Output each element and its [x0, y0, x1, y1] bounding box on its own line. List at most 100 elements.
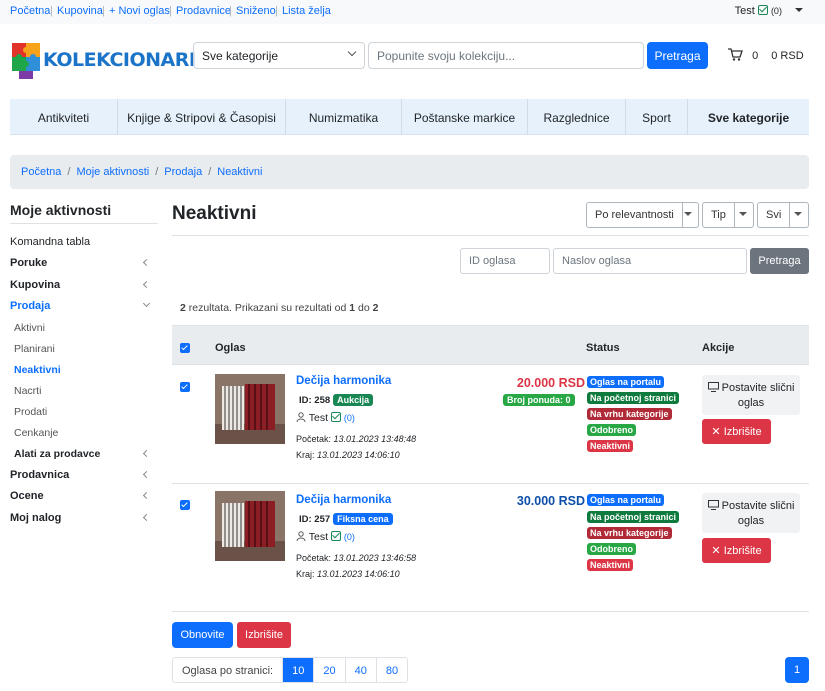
category-stamps[interactable]: Poštanske markice	[402, 99, 528, 135]
start-value: 13.01.2023 13:48:48	[333, 434, 417, 444]
per-page-10[interactable]: 10	[282, 658, 314, 682]
category-select[interactable]: Sve kategorije	[193, 42, 365, 69]
sidebar-subitem-active[interactable]: Aktivni	[14, 322, 159, 334]
sidebar-item-label: Poruke	[10, 257, 48, 269]
pagination-page-1[interactable]: 1	[785, 657, 809, 683]
per-page-20[interactable]: 20	[313, 658, 344, 682]
topbar-link-shopping[interactable]: Kupovina	[57, 5, 103, 17]
row-checkbox[interactable]	[180, 382, 190, 392]
verified-icon	[757, 5, 768, 15]
search-input[interactable]: Popunite svoju kolekciju...	[368, 42, 644, 69]
sidebar-item-ratings[interactable]: Ocene	[10, 490, 155, 502]
end-label: Kraj:	[296, 569, 315, 579]
separator: |	[102, 5, 105, 17]
category-all[interactable]: Sve kategorije	[688, 99, 809, 135]
post-similar-label: Postavite sličnі oglas	[721, 382, 795, 409]
breadcrumb-current: Neaktivni	[217, 166, 263, 178]
filter-search-button[interactable]: Pretraga	[750, 248, 809, 274]
topbar-link-wishlist[interactable]: Lista želja	[282, 5, 331, 17]
monitor-icon	[707, 382, 719, 392]
delete-label: Izbrišite	[723, 426, 762, 438]
separator: |	[229, 5, 232, 17]
end-date: Kraj: 13.01.2023 14:06:10	[296, 450, 400, 460]
column-actions: Akcije	[702, 342, 735, 354]
delete-button[interactable]: ✕ Izbrišite	[702, 538, 771, 563]
sidebar-item-store[interactable]: Prodavnica	[10, 469, 155, 481]
delete-label: Izbrišite	[723, 545, 762, 557]
verified-icon	[330, 531, 341, 541]
delete-button[interactable]: ✕ Izbrišite	[702, 419, 771, 444]
user-menu[interactable]: Test (0)	[735, 5, 803, 17]
sidebar-subitem-bargaining[interactable]: Cenkanje	[14, 427, 159, 439]
ad-title-link[interactable]: Dečija harmonika	[296, 375, 391, 387]
status-badge: Oglas na portalu	[587, 376, 665, 388]
category-books[interactable]: Knjige & Stripovi & Časopisi	[118, 99, 286, 135]
cart[interactable]: 0 0 RSD	[728, 48, 804, 62]
category-sport[interactable]: Sport	[626, 99, 688, 135]
seller[interactable]: Test (0)	[296, 412, 355, 424]
renew-button[interactable]: Obnovite	[172, 622, 233, 648]
category-numismatics[interactable]: Numizmatika	[286, 99, 402, 135]
type-dropdown-label: Tip	[703, 203, 735, 227]
start-value: 13.01.2023 13:46:58	[333, 553, 417, 563]
sidebar-subitem-sold[interactable]: Prodati	[14, 406, 159, 418]
end-value: 13.01.2023 14:06:10	[317, 450, 400, 460]
status-badge: Odobreno	[587, 424, 636, 436]
type-dropdown[interactable]: Tip	[702, 202, 754, 228]
category-postcards[interactable]: Razglednice	[528, 99, 626, 135]
topbar-link-home[interactable]: Početna	[10, 5, 50, 17]
per-page-80[interactable]: 80	[375, 658, 407, 682]
sidebar-item-account[interactable]: Moj nalog	[10, 512, 155, 524]
sidebar-item-shopping[interactable]: Kupovina	[10, 279, 155, 291]
breadcrumb-home[interactable]: Početna	[21, 166, 61, 178]
seller-rating: (0)	[343, 413, 355, 423]
sidebar-item-dashboard[interactable]: Komandna tabla	[10, 236, 155, 248]
row-checkbox[interactable]	[180, 500, 190, 510]
ad-price: 30.000 RSD	[516, 494, 585, 508]
seller-name: Test	[308, 531, 328, 543]
sidebar-subitem-inactive[interactable]: Neaktivni	[14, 364, 159, 376]
breadcrumb-sales[interactable]: Prodaja	[164, 166, 202, 178]
all-dropdown[interactable]: Svi	[757, 202, 809, 228]
caret-down-icon	[732, 203, 753, 227]
per-page-40[interactable]: 40	[344, 658, 376, 682]
seller-name: Test	[308, 412, 328, 424]
ad-title-input[interactable]: Naslov oglasa	[553, 248, 747, 274]
accordion-thumbnail[interactable]	[215, 491, 285, 561]
ad-id-text: ID: 257	[299, 514, 331, 525]
chevron-left-icon	[142, 449, 151, 458]
post-similar-button[interactable]: Postavite sličnі oglas	[702, 375, 800, 415]
user-icon	[296, 412, 306, 423]
breadcrumb-activities[interactable]: Moje aktivnosti	[76, 166, 149, 178]
status-badge: Na vrhu kategorije	[587, 527, 672, 539]
sidebar-subitem-planned[interactable]: Planirani	[14, 343, 159, 355]
ad-id-input[interactable]: ID oglasa	[460, 248, 550, 274]
select-all-checkbox[interactable]	[180, 343, 190, 353]
topbar-link-stores[interactable]: Prodavnice	[176, 5, 231, 17]
sidebar-item-sales[interactable]: Prodaja	[10, 299, 155, 312]
category-select-value: Sve kategorije	[202, 49, 279, 63]
post-similar-button[interactable]: Postavite sličnі oglas	[702, 493, 800, 533]
sidebar-subitem-drafts[interactable]: Nacrti	[14, 385, 159, 397]
delete-selected-button[interactable]: Izbrišite	[237, 622, 291, 648]
sidebar-subitem-seller-tools[interactable]: Alati za prodavce	[14, 448, 155, 460]
start-date: Početak: 13.01.2023 13:46:58	[296, 553, 416, 563]
topbar-link-sale[interactable]: Sniženo	[236, 5, 276, 17]
sidebar-item-messages[interactable]: Poruke	[10, 257, 155, 269]
results-to: 2	[372, 302, 379, 314]
topbar-link-new-ad[interactable]: + Novi oglas	[109, 5, 170, 17]
sort-dropdown[interactable]: Po relevantnosti	[586, 202, 699, 228]
type-badge: Aukcija	[333, 394, 374, 406]
caret-down-icon	[677, 203, 698, 227]
accordion-thumbnail[interactable]	[215, 374, 285, 444]
sort-dropdown-label: Po relevantnosti	[587, 203, 683, 227]
caret-down-icon	[787, 203, 808, 227]
search-button[interactable]: Pretraga	[647, 42, 708, 69]
column-ad: Oglas	[215, 342, 246, 354]
category-antiques[interactable]: Antikviteti	[10, 99, 118, 135]
logo[interactable]: Kolekcionari	[10, 41, 196, 81]
per-page-selector: Oglasa po stranici: 10 20 40 80	[172, 657, 409, 683]
seller[interactable]: Test (0)	[296, 531, 355, 543]
ad-title-link[interactable]: Dečija harmonika	[296, 494, 391, 506]
status-badge: Neaktivni	[587, 559, 634, 571]
